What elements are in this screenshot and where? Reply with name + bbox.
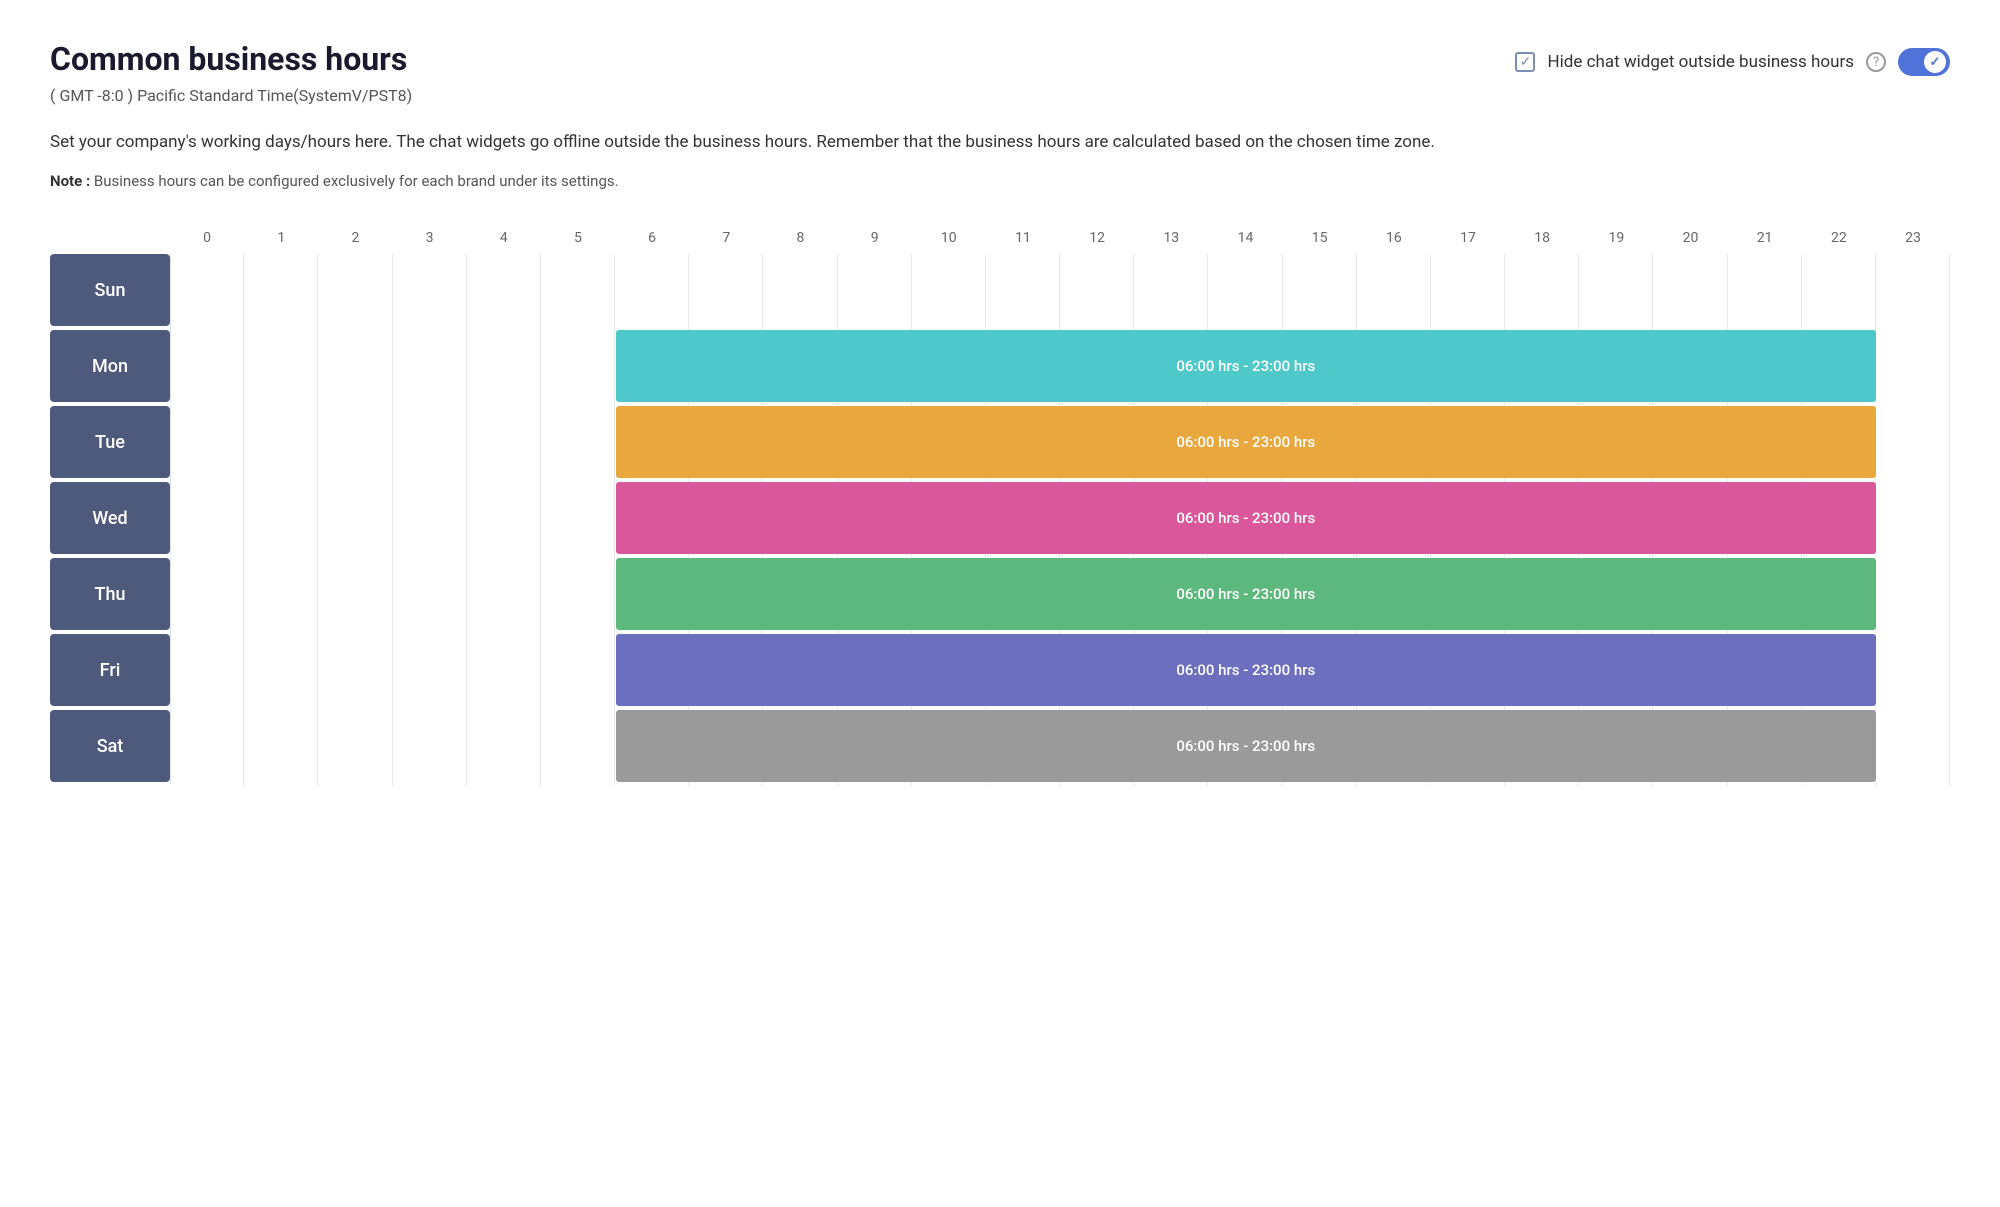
chart-body: SunMon 06:00 hrs - 23:00 hrs Tue 06:00 hrs … [50,254,1950,786]
time-tick-9: 9 [838,230,912,246]
time-tick-21: 21 [1728,230,1802,246]
toggle-check-icon: ✓ [1930,55,1941,70]
day-label-wed: Wed [50,482,170,554]
day-label-fri: Fri [50,634,170,706]
time-tick-6: 6 [615,230,689,246]
note-label: Note : [50,172,90,190]
day-row-thu: Thu 06:00 hrs - 23:00 hrs [50,558,1950,630]
time-tick-4: 4 [467,230,541,246]
time-tick-20: 20 [1653,230,1727,246]
day-row-wed: Wed 06:00 hrs - 23:00 hrs [50,482,1950,554]
day-label-sat: Sat [50,710,170,782]
time-tick-7: 7 [689,230,763,246]
hide-widget-toggle[interactable]: ✓ [1898,48,1950,76]
time-tick-5: 5 [541,230,615,246]
time-tick-3: 3 [393,230,467,246]
hour-bar-sat[interactable]: 06:00 hrs - 23:00 hrs [616,710,1876,782]
note-row: Note : Business hours can be configured … [50,172,1950,190]
time-tick-23: 23 [1876,230,1950,246]
day-track-fri: 06:00 hrs - 23:00 hrs [170,634,1950,706]
hour-bar-wed[interactable]: 06:00 hrs - 23:00 hrs [616,482,1876,554]
timezone-label: ( GMT -8:0 ) Pacific Standard Time(Syste… [50,86,412,105]
day-label-thu: Thu [50,558,170,630]
time-tick-13: 13 [1134,230,1208,246]
hour-bar-thu[interactable]: 06:00 hrs - 23:00 hrs [616,558,1876,630]
help-icon[interactable]: ? [1866,52,1886,72]
day-track-sat: 06:00 hrs - 23:00 hrs [170,710,1950,782]
description-text: Set your company's working days/hours he… [50,129,1650,156]
time-tick-10: 10 [912,230,986,246]
time-tick-1: 1 [244,230,318,246]
day-rows-container: SunMon 06:00 hrs - 23:00 hrs Tue 06:00 hrs … [50,254,1950,786]
day-row-fri: Fri 06:00 hrs - 23:00 hrs [50,634,1950,706]
time-tick-2: 2 [318,230,392,246]
hide-widget-label: Hide chat widget outside business hours [1547,52,1854,72]
time-tick-16: 16 [1357,230,1431,246]
hour-bar-fri[interactable]: 06:00 hrs - 23:00 hrs [616,634,1876,706]
hide-widget-checkbox[interactable]: ✓ [1515,52,1535,72]
toggle-knob: ✓ [1924,51,1946,73]
day-track-tue: 06:00 hrs - 23:00 hrs [170,406,1950,478]
time-tick-22: 22 [1802,230,1876,246]
time-axis: 01234567891011121314151617181920212223 [170,230,1950,246]
hour-bar-mon[interactable]: 06:00 hrs - 23:00 hrs [616,330,1876,402]
day-row-sun: Sun [50,254,1950,326]
time-tick-15: 15 [1283,230,1357,246]
time-tick-14: 14 [1208,230,1282,246]
day-track-sun [170,254,1950,326]
day-row-sat: Sat 06:00 hrs - 23:00 hrs [50,710,1950,782]
business-hours-chart: 01234567891011121314151617181920212223 S… [50,230,1950,786]
time-tick-19: 19 [1579,230,1653,246]
day-track-wed: 06:00 hrs - 23:00 hrs [170,482,1950,554]
time-tick-18: 18 [1505,230,1579,246]
time-tick-8: 8 [763,230,837,246]
note-text: Business hours can be configured exclusi… [94,172,619,190]
day-label-tue: Tue [50,406,170,478]
day-label-mon: Mon [50,330,170,402]
time-tick-12: 12 [1060,230,1134,246]
day-row-mon: Mon 06:00 hrs - 23:00 hrs [50,330,1950,402]
day-row-tue: Tue 06:00 hrs - 23:00 hrs [50,406,1950,478]
page-title: Common business hours [50,40,412,78]
time-tick-0: 0 [170,230,244,246]
time-tick-17: 17 [1431,230,1505,246]
time-tick-11: 11 [986,230,1060,246]
day-track-mon: 06:00 hrs - 23:00 hrs [170,330,1950,402]
day-track-thu: 06:00 hrs - 23:00 hrs [170,558,1950,630]
hour-bar-tue[interactable]: 06:00 hrs - 23:00 hrs [616,406,1876,478]
day-label-sun: Sun [50,254,170,326]
